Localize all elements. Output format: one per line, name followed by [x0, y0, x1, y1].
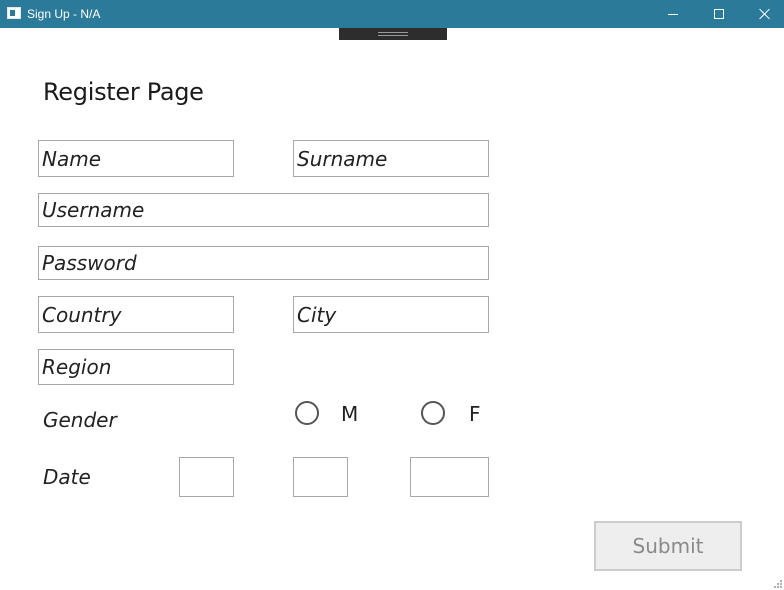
- title-bar[interactable]: Sign Up - N/A: [0, 0, 784, 28]
- top-drag-handle[interactable]: [339, 28, 447, 40]
- window-title: Sign Up - N/A: [27, 7, 101, 21]
- submit-button[interactable]: Submit: [594, 521, 742, 571]
- page-title: Register Page: [43, 78, 204, 106]
- name-field[interactable]: [38, 140, 234, 177]
- close-icon: [759, 8, 771, 20]
- close-button[interactable]: [742, 0, 784, 28]
- gender-option-f-label[interactable]: F: [469, 400, 481, 428]
- maximize-button[interactable]: [696, 0, 742, 28]
- minimize-icon: [668, 13, 678, 15]
- gender-option-m-label[interactable]: M: [341, 400, 358, 428]
- minimize-button[interactable]: [650, 0, 696, 28]
- city-field[interactable]: [293, 296, 489, 333]
- resize-grip-icon[interactable]: [774, 580, 782, 588]
- country-field[interactable]: [38, 296, 234, 333]
- gender-radio-m[interactable]: [295, 401, 319, 425]
- date-month-field[interactable]: [293, 457, 348, 497]
- date-year-field[interactable]: [410, 457, 489, 497]
- surname-field[interactable]: [293, 140, 489, 177]
- gender-label: Gender: [43, 408, 117, 432]
- date-label: Date: [43, 465, 91, 489]
- date-day-field[interactable]: [179, 457, 234, 497]
- password-field[interactable]: [38, 246, 489, 280]
- app-window-icon: [7, 7, 21, 19]
- region-field[interactable]: [38, 349, 234, 385]
- username-field[interactable]: [38, 193, 489, 227]
- maximize-icon: [714, 9, 724, 19]
- gender-radio-f[interactable]: [421, 401, 445, 425]
